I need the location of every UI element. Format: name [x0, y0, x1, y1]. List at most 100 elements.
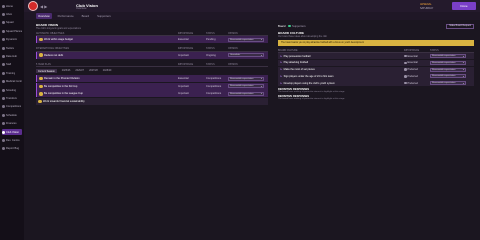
continue-button[interactable]: Done — [452, 2, 476, 10]
sidebar-item[interactable]: Medical Centre — [2, 79, 22, 85]
sidebar-item[interactable]: Dev. Centre — [2, 137, 22, 143]
status-value: Reasonable expectation — [432, 61, 456, 64]
sidebar-item[interactable]: Training — [2, 70, 22, 76]
arrow-icon: ➤ — [280, 74, 283, 78]
objective-icon — [39, 53, 43, 57]
objective-row[interactable]: Be competitive in the League Cup Importan… — [36, 90, 268, 98]
column-opinion: OPINION — [228, 48, 238, 51]
sidebar-item[interactable]: Home — [2, 3, 22, 9]
club-crest-icon[interactable] — [28, 1, 38, 11]
importance-cell: Essential — [404, 55, 430, 58]
column-status: STATUS — [206, 48, 215, 51]
status-dropdown[interactable]: Reasonable expectation ▾ — [430, 60, 466, 65]
sidebar-item[interactable]: Inbox — [2, 11, 22, 17]
footer-description: The board have nothing of particular int… — [278, 91, 345, 94]
sidebar-item[interactable]: Transfers — [2, 95, 22, 101]
status-dropdown[interactable]: Reasonable expectation ▾ — [430, 54, 466, 59]
opinion-cell: Reasonable expectation ▾ — [228, 37, 268, 42]
chevron-down-icon: ▾ — [462, 55, 464, 58]
culture-row[interactable]: ➤ Sign players under the age of 24 to fir… — [278, 73, 474, 80]
objective-row[interactable]: Be competitive in the FA Cup Important Com… — [36, 82, 268, 90]
culture-row[interactable]: ➤ Develop players using the club's youth … — [278, 80, 474, 87]
tab-board[interactable]: Board — [278, 24, 285, 28]
objective-row[interactable]: Reduce net debt Important Ongoing Unrealist… — [36, 51, 268, 59]
section-title: BOARD CULTURE — [278, 31, 304, 35]
make-board-request-button[interactable]: Make Board Request — [446, 23, 474, 29]
status-dropdown[interactable]: Reasonable expectation ▾ — [430, 74, 466, 79]
objective-row[interactable]: Remain in the Premier Division Essential C… — [36, 75, 268, 83]
opinion-value: Unrealistic — [230, 54, 241, 57]
importance-value: Essential — [178, 77, 189, 81]
sidebar-item[interactable]: Squad — [2, 20, 22, 26]
tab-supporters[interactable]: Supporters — [288, 24, 306, 28]
tab-board[interactable]: Board — [80, 13, 91, 19]
person-icon — [404, 61, 407, 65]
objective-text: Be competitive in the League Cup — [44, 92, 83, 96]
sidebar-item[interactable]: Report Bug — [2, 146, 22, 152]
season-tab[interactable]: 2028/29 — [103, 69, 112, 73]
status-cell: Reasonable expectation ▾ — [430, 60, 474, 65]
sidebar-item[interactable]: Finances — [2, 121, 22, 127]
objective-cell: Be competitive in the FA Cup — [37, 84, 178, 89]
arrow-icon: ➤ — [280, 61, 283, 65]
opinion-value: Reasonable expectation — [230, 92, 254, 95]
status-cell: Reasonable expectation ▾ — [430, 54, 474, 59]
nav-arrows[interactable]: ◀ ▶ — [40, 4, 47, 9]
chevron-down-icon: ▾ — [260, 93, 262, 96]
tab-label: Supporters — [291, 24, 306, 28]
objective-icon — [39, 76, 43, 81]
status-dropdown[interactable]: Reasonable expectation ▾ — [430, 67, 466, 72]
chevron-down-icon: ▾ — [260, 39, 262, 41]
season-tabs: Current Season 2025/26 2026/27 2027/28 2028/… — [36, 69, 268, 74]
objective-cell: Reduce net debt — [37, 53, 178, 57]
tab-overview[interactable]: Overview — [36, 13, 52, 19]
sidebar-item[interactable]: Scouting — [2, 87, 22, 93]
group-header: 5 YEAR PLAN IMPORTANCE STATUS OPINION — [36, 63, 268, 68]
culture-row[interactable]: ➤ Play attacking football Essential Reasona… — [278, 59, 474, 66]
sidebar-item[interactable]: Squad Planner — [2, 28, 22, 34]
opinion-dropdown[interactable]: Reasonable expectation ▾ — [228, 91, 264, 96]
section-title: BOARD VISION — [36, 23, 59, 27]
importance-value: Important — [178, 53, 189, 57]
opinion-dropdown[interactable]: Reasonable expectation ▾ — [228, 76, 264, 81]
tab-supporters[interactable]: Supporters — [95, 13, 113, 19]
objective-row[interactable]: Work within wage budget Essential Pending R… — [36, 36, 268, 43]
tab-performance[interactable]: Performance — [56, 13, 76, 19]
arrow-icon: ➤ — [280, 81, 283, 85]
opinion-dropdown[interactable]: Unrealistic ▾ — [228, 53, 264, 58]
devcentre-icon — [2, 138, 5, 142]
person-icon — [404, 81, 407, 85]
sidebar-item[interactable]: Schedule — [2, 112, 22, 118]
opinion-cell: Reasonable expectation ▾ — [228, 91, 268, 96]
season-tab[interactable]: Current Season — [36, 69, 57, 74]
staff-icon — [2, 63, 5, 67]
culture-cell: ➤ Sign players under the age of 24 to fir… — [280, 75, 404, 78]
status-dropdown[interactable]: Reasonable expectation ▾ — [430, 81, 466, 86]
culture-row[interactable]: ➤ Play possession football Essential Reason… — [278, 53, 474, 60]
importance-cell: Essential — [404, 61, 430, 64]
sidebar-item-label: Training — [6, 71, 16, 75]
sidebar-item[interactable]: Dynamics — [2, 37, 22, 43]
home-icon — [2, 4, 5, 8]
sidebar-item[interactable]: Data Hub — [2, 53, 22, 59]
page-tabs: Overview Performance Board Supporters — [24, 12, 480, 20]
sidebar-item[interactable]: Club Vision — [2, 129, 22, 135]
season-tab[interactable]: 2025/26 — [62, 69, 71, 73]
importance-value: Preferred — [407, 68, 418, 72]
opinion-dropdown[interactable]: Reasonable expectation ▾ — [228, 84, 264, 89]
sidebar-item-label: Squad Planner — [6, 29, 22, 33]
column-status: STATUS — [430, 49, 439, 52]
sidebar-item[interactable]: Tactics — [2, 45, 22, 51]
culture-row[interactable]: ➤ Make the most of set pieces Preferred Rea… — [278, 66, 474, 73]
sidebar-item[interactable]: Staff — [2, 62, 22, 68]
opinion-dropdown[interactable]: Reasonable expectation ▾ — [228, 37, 264, 42]
sidebar-item[interactable]: Competitions — [2, 104, 22, 110]
season-tab[interactable]: 2027/28 — [89, 69, 98, 73]
season-tab[interactable]: 2026/27 — [75, 69, 84, 73]
objective-text: Be competitive in the FA Cup — [44, 84, 78, 88]
objective-icon — [39, 84, 43, 89]
sidebar-item-label: Home — [6, 4, 13, 8]
sidebar-item-label: Competitions — [6, 105, 22, 109]
warning-banner: The board wants you to play attractive f… — [278, 40, 474, 46]
objective-row[interactable]: Work towards financial sustainability — [36, 97, 268, 105]
